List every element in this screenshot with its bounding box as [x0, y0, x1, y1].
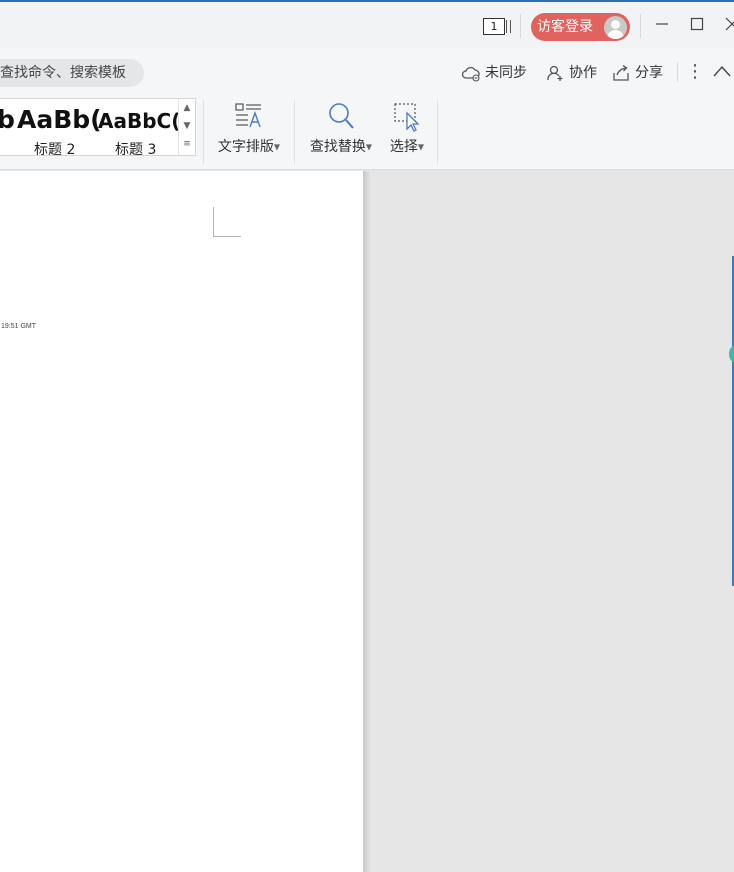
more-options-button[interactable]: ⋮ — [686, 62, 704, 82]
close-button[interactable] — [722, 16, 734, 36]
share-icon — [613, 64, 629, 81]
maximize-icon — [690, 17, 704, 31]
chevron-up-icon — [713, 65, 731, 77]
collaborate-icon — [547, 65, 563, 81]
cloud-icon — [461, 66, 480, 82]
close-icon — [725, 17, 734, 31]
document-page[interactable] — [0, 171, 363, 872]
dropdown-caret-icon: ▼ — [365, 142, 373, 152]
find-replace-label: 查找替换 — [309, 139, 366, 155]
style-preview-heading-3[interactable]: AaBbC( — [98, 109, 180, 133]
divider — [677, 62, 678, 82]
divider — [640, 14, 641, 38]
scroll-up-button[interactable]: ▲ — [179, 99, 195, 117]
maximize-button[interactable] — [687, 16, 707, 36]
ribbon-toolbar: b AaBb( AaBbC( 标题 2 标题 3 ▲ ▼ ≡ 文字排版▼ 查找替… — [0, 94, 734, 170]
text-layout-icon — [235, 103, 261, 128]
select-label: 选择 — [389, 139, 418, 155]
find-replace-button[interactable]: 查找替换▼ — [304, 98, 378, 160]
avatar-icon — [604, 16, 627, 39]
style-label-heading-3: 标题 3 — [115, 142, 157, 156]
style-preview-1[interactable]: b — [0, 105, 15, 134]
style-gallery: b AaBb( AaBbC( 标题 2 标题 3 ▲ ▼ ≡ — [0, 98, 196, 156]
style-preview-heading-2[interactable]: AaBb( — [17, 105, 102, 134]
scroll-down-button[interactable]: ▼ — [179, 117, 195, 135]
page-margin-marker — [213, 236, 241, 237]
ribbon-top-bar: 查找命令、搜索模板 未同步 协作 分享 ⋮ — [0, 48, 734, 94]
text-layout-button[interactable]: 文字排版▼ — [212, 98, 286, 160]
dropdown-caret-icon: ▼ — [417, 142, 425, 152]
style-gallery-scroll: ▲ ▼ ≡ — [178, 99, 195, 155]
collaborate-label: 协作 — [569, 65, 597, 81]
search-icon — [329, 103, 354, 129]
divider — [203, 100, 204, 164]
share-label: 分享 — [635, 65, 663, 81]
expand-gallery-button[interactable]: ≡ — [179, 135, 195, 153]
tab-count: 1 — [483, 18, 505, 35]
share-button[interactable]: 分享 — [611, 63, 663, 83]
minimize-icon — [656, 23, 668, 25]
divider — [437, 100, 438, 164]
sync-status-label: 未同步 — [485, 65, 527, 81]
floating-assistant-icon[interactable] — [729, 346, 734, 362]
text-layout-label: 文字排版 — [217, 139, 274, 155]
sync-status-button[interactable]: 未同步 — [461, 63, 527, 83]
collapse-ribbon-button[interactable] — [712, 63, 732, 82]
dropdown-caret-icon: ▼ — [273, 142, 281, 152]
divider — [520, 14, 521, 38]
command-search-input[interactable]: 查找命令、搜索模板 — [0, 59, 144, 87]
divider — [294, 100, 295, 164]
collaborate-button[interactable]: 协作 — [545, 63, 597, 83]
minimize-button[interactable] — [652, 16, 672, 36]
select-cursor-icon — [394, 103, 420, 132]
title-bar: 1 访客登录 — [0, 0, 734, 48]
guest-login-button[interactable]: 访客登录 — [531, 13, 630, 41]
guest-login-label: 访客登录 — [537, 19, 593, 35]
document-text: 19:51 GMT — [1, 323, 37, 330]
tab-count-button[interactable]: 1 — [483, 18, 511, 35]
style-label-heading-2: 标题 2 — [34, 142, 76, 156]
page-shadow — [363, 171, 371, 872]
tab-stack-icon — [506, 20, 511, 33]
page-margin-marker — [213, 207, 214, 237]
select-button[interactable]: 选择▼ — [384, 98, 430, 160]
